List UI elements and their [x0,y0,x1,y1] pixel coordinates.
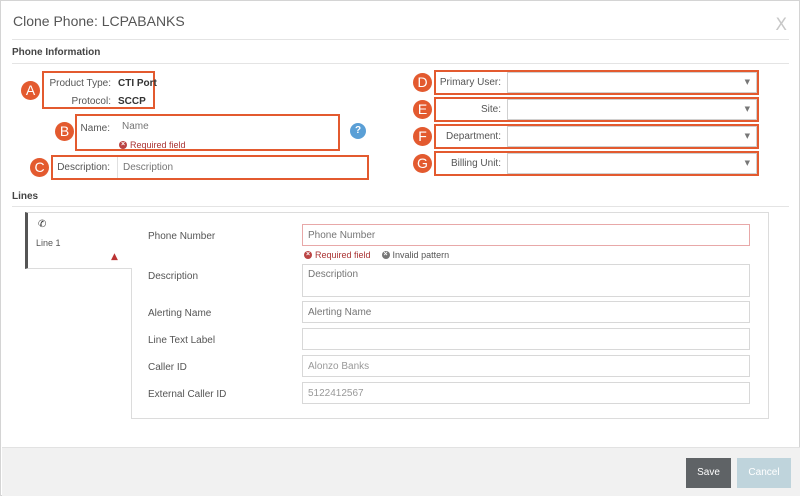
warning-icon: ▲ [111,252,118,262]
lines-heading: Lines [12,191,39,202]
caller-id-label: Caller ID [148,362,187,373]
callout-badge-g: G [413,154,432,173]
cancel-button[interactable]: Cancel [737,458,791,488]
error-circle-icon: × [119,141,127,149]
dialog-title: Clone Phone: LCPABANKS [13,13,185,29]
callout-badge-d: D [413,73,432,92]
error-circle-icon: × [304,251,312,259]
clone-phone-dialog: Clone Phone: LCPABANKS X Phone Informati… [0,0,800,496]
dialog-footer [2,447,800,496]
description-input[interactable] [117,157,367,178]
department-label: Department: [445,131,501,142]
close-icon[interactable]: X [775,15,787,35]
description-label: Description: [57,162,110,173]
billing-unit-select[interactable]: ▼ [507,153,757,174]
billing-unit-label: Billing Unit: [450,158,501,169]
primary-user-select[interactable]: ▼ [507,72,757,93]
save-button[interactable]: Save [686,458,731,488]
site-select[interactable]: ▼ [507,99,757,120]
name-label: Name: [80,123,110,134]
line-tab-label: Line 1 [36,238,61,248]
site-label: Site: [480,104,501,115]
phone-number-label: Phone Number [148,231,216,242]
callout-badge-f: F [413,127,432,146]
line-description-input[interactable] [302,264,750,297]
alerting-name-label: Alerting Name [148,308,212,319]
phone-number-input[interactable] [302,224,750,246]
external-caller-id-label: External Caller ID [148,389,227,400]
phone-icon: ✆ [38,219,47,230]
department-select[interactable]: ▼ [507,126,757,147]
line-description-label: Description [148,271,199,282]
callout-badge-b: B [55,122,74,141]
protocol-value: SCCP [118,96,146,107]
chevron-down-icon: ▼ [744,132,750,140]
phone-number-errors: × Required field × Invalid pattern [304,250,449,260]
name-error-text: Required field [130,140,186,150]
phone-number-pattern-text: Invalid pattern [392,250,450,260]
name-required-error: × Required field [119,140,186,150]
line-text-label-label: Line Text Label [148,335,216,346]
product-type-value: CTI Port [118,78,157,89]
primary-user-label: Primary User: [439,77,501,88]
chevron-down-icon: ▼ [744,78,750,86]
phone-info-divider [12,63,789,64]
title-divider [12,39,789,40]
protocol-label: Protocol: [71,96,111,107]
external-caller-id-input[interactable] [302,382,750,404]
product-type-label: Product Type: [49,78,111,89]
callout-badge-a: A [21,81,40,100]
phone-number-required-text: Required field [315,250,371,260]
lines-divider [12,206,789,207]
line-text-label-input[interactable] [302,328,750,350]
help-icon[interactable]: ? [350,123,366,139]
callout-badge-c: C [30,158,49,177]
alerting-name-input[interactable] [302,301,750,323]
chevron-down-icon: ▼ [744,159,750,167]
name-input[interactable] [117,116,338,137]
phone-information-heading: Phone Information [12,47,101,58]
chevron-down-icon: ▼ [744,105,750,113]
error-circle-icon: × [381,251,390,259]
callout-badge-e: E [413,100,432,119]
caller-id-input[interactable] [302,355,750,377]
